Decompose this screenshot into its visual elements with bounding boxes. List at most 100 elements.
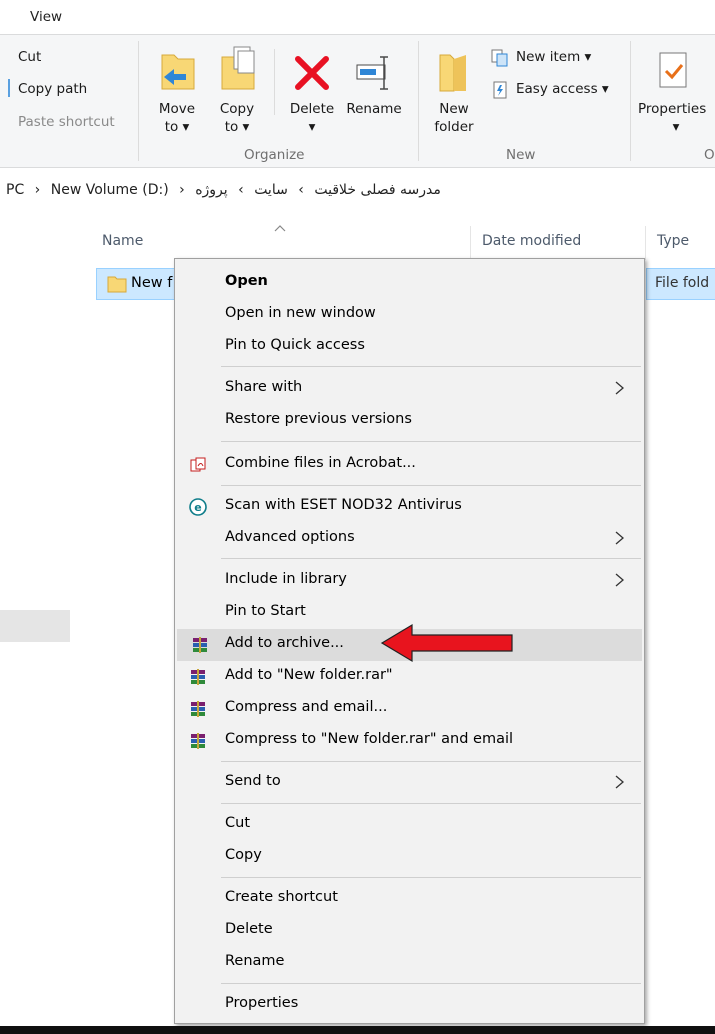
tab-view[interactable]: View [30, 9, 62, 25]
menu-item-label: Rename [225, 953, 285, 969]
menu-item-share-with[interactable]: Share with [175, 373, 644, 405]
new-group-label: New [506, 147, 536, 163]
column-header-name[interactable]: Name [102, 233, 143, 249]
breadcrumb-folder-2[interactable]: سایت [254, 182, 288, 198]
breadcrumb-drive-d[interactable]: New Volume (D:) [51, 182, 169, 198]
delete-x-icon [295, 56, 329, 90]
red-arrow-annotation-icon [380, 623, 513, 663]
winrar-icon [191, 733, 205, 749]
menu-item-label: Properties [225, 995, 299, 1011]
menu-item-label: Combine files in Acrobat... [225, 455, 416, 471]
rename-label: Rename [346, 101, 402, 117]
file-type: File fold [655, 275, 710, 291]
ribbon-tab-bar: View [0, 0, 715, 34]
menu-item-label: Open in new window [225, 305, 376, 321]
menu-item-compress-email[interactable]: Compress and email... [175, 693, 644, 725]
menu-separator [221, 983, 641, 984]
nav-pane-item[interactable] [0, 610, 70, 642]
acrobat-icon [190, 457, 206, 472]
menu-item-add-to-rar[interactable]: Add to "New folder.rar" [175, 661, 644, 693]
menu-item-compress-rar-email[interactable]: Compress to "New folder.rar" and email [175, 725, 644, 757]
move-to-button[interactable]: Move to ▾ [152, 39, 202, 137]
ribbon: Cut Copy path Paste shortcut Move to ▾ C… [0, 34, 715, 168]
copy-to-button[interactable]: Copy to ▾ [212, 39, 262, 137]
menu-separator [221, 558, 641, 559]
menu-item-combine-acrobat[interactable]: Combine files in Acrobat... [175, 449, 644, 481]
menu-item-label: Restore previous versions [225, 411, 412, 427]
sort-ascending-icon [274, 225, 286, 232]
open-group-label: O [704, 147, 715, 163]
delete-dropdown-arrow[interactable]: ▾ [282, 119, 342, 136]
file-type-cell[interactable]: File fold [646, 268, 715, 300]
column-divider[interactable] [470, 226, 471, 260]
organize-group-label: Organize [244, 147, 305, 163]
menu-separator [221, 485, 641, 486]
menu-item-copy[interactable]: Copy [175, 841, 644, 873]
move-to-label-2: to ▾ [164, 119, 190, 135]
chevron-right-icon [615, 531, 624, 545]
properties-button[interactable]: Properties ▾ [636, 39, 715, 137]
menu-item-open-new-window[interactable]: Open in new window [175, 299, 644, 331]
menu-item-create-shortcut[interactable]: Create shortcut [175, 883, 644, 915]
menu-separator [221, 803, 641, 804]
menu-item-label: Send to [225, 773, 281, 789]
delete-button[interactable]: Delete ▾ [282, 39, 342, 137]
menu-item-cut[interactable]: Cut [175, 809, 644, 841]
menu-item-label: Open [225, 273, 268, 289]
menu-item-label: Compress to "New folder.rar" and email [225, 731, 514, 747]
file-row-selected[interactable]: New f [96, 268, 176, 300]
menu-separator [221, 877, 641, 878]
breadcrumb[interactable]: PC › New Volume (D:) › مدرسه فصلی خلاقیت… [6, 182, 715, 208]
copy-to-label: Copy [219, 101, 255, 117]
new-item-label: New item ▾ [516, 49, 592, 65]
paste-shortcut-button[interactable]: Paste shortcut [18, 114, 115, 130]
breadcrumb-separator: › [34, 182, 41, 198]
menu-item-label: Add to "New folder.rar" [225, 667, 393, 683]
new-folder-icon [439, 54, 466, 92]
breadcrumb-folder-3[interactable]: پروژه [195, 182, 227, 198]
breadcrumb-separator: › [179, 182, 185, 198]
menu-item-scan-eset[interactable]: e Scan with ESET NOD32 Antivirus [175, 491, 644, 523]
folder-icon [107, 276, 127, 293]
move-to-icon [161, 54, 195, 90]
easy-access-button[interactable]: Easy access ▾ [490, 79, 620, 101]
breadcrumb-this-pc[interactable]: PC [6, 182, 24, 198]
menu-item-pin-quick-access[interactable]: Pin to Quick access [175, 331, 644, 363]
menu-item-include-library[interactable]: Include in library [175, 565, 644, 597]
easy-access-icon [493, 81, 507, 99]
menu-item-label: Include in library [225, 571, 347, 587]
menu-item-delete[interactable]: Delete [175, 915, 644, 947]
menu-item-send-to[interactable]: Send to [175, 767, 644, 799]
menu-item-label: Compress and email... [225, 699, 388, 715]
menu-item-rename[interactable]: Rename [175, 947, 644, 979]
new-folder-label-2: folder [434, 119, 474, 135]
menu-separator [221, 366, 641, 367]
taskbar-edge [0, 1026, 715, 1034]
properties-icon [659, 52, 687, 88]
column-divider[interactable] [645, 226, 646, 260]
menu-item-restore-versions[interactable]: Restore previous versions [175, 405, 644, 437]
menu-separator [221, 441, 641, 442]
copy-path-button[interactable]: Copy path [18, 81, 87, 97]
menu-item-label: Delete [225, 921, 273, 937]
properties-dropdown-arrow[interactable]: ▾ [666, 119, 686, 136]
file-name: New f [131, 275, 173, 291]
menu-item-open[interactable]: Open [175, 267, 644, 299]
menu-item-label: Share with [225, 379, 303, 395]
new-folder-button[interactable]: New folder [428, 39, 480, 137]
new-item-button[interactable]: New item ▾ [490, 47, 620, 69]
menu-item-properties[interactable]: Properties [175, 989, 644, 1021]
properties-label: Properties [638, 101, 707, 117]
breadcrumb-folder-1[interactable]: مدرسه فصلی خلاقیت [314, 182, 441, 198]
ribbon-separator [630, 41, 631, 161]
menu-separator [221, 761, 641, 762]
menu-item-advanced-options[interactable]: Advanced options [175, 523, 644, 555]
rename-button[interactable]: Rename [342, 39, 406, 137]
chevron-right-icon [615, 381, 624, 395]
ribbon-separator [274, 49, 275, 115]
column-header-date-modified[interactable]: Date modified [482, 233, 581, 249]
copy-path-icon [8, 79, 10, 97]
column-header-type[interactable]: Type [657, 233, 689, 249]
copy-to-label-2: to ▾ [224, 119, 250, 135]
cut-button[interactable]: Cut [18, 49, 41, 65]
